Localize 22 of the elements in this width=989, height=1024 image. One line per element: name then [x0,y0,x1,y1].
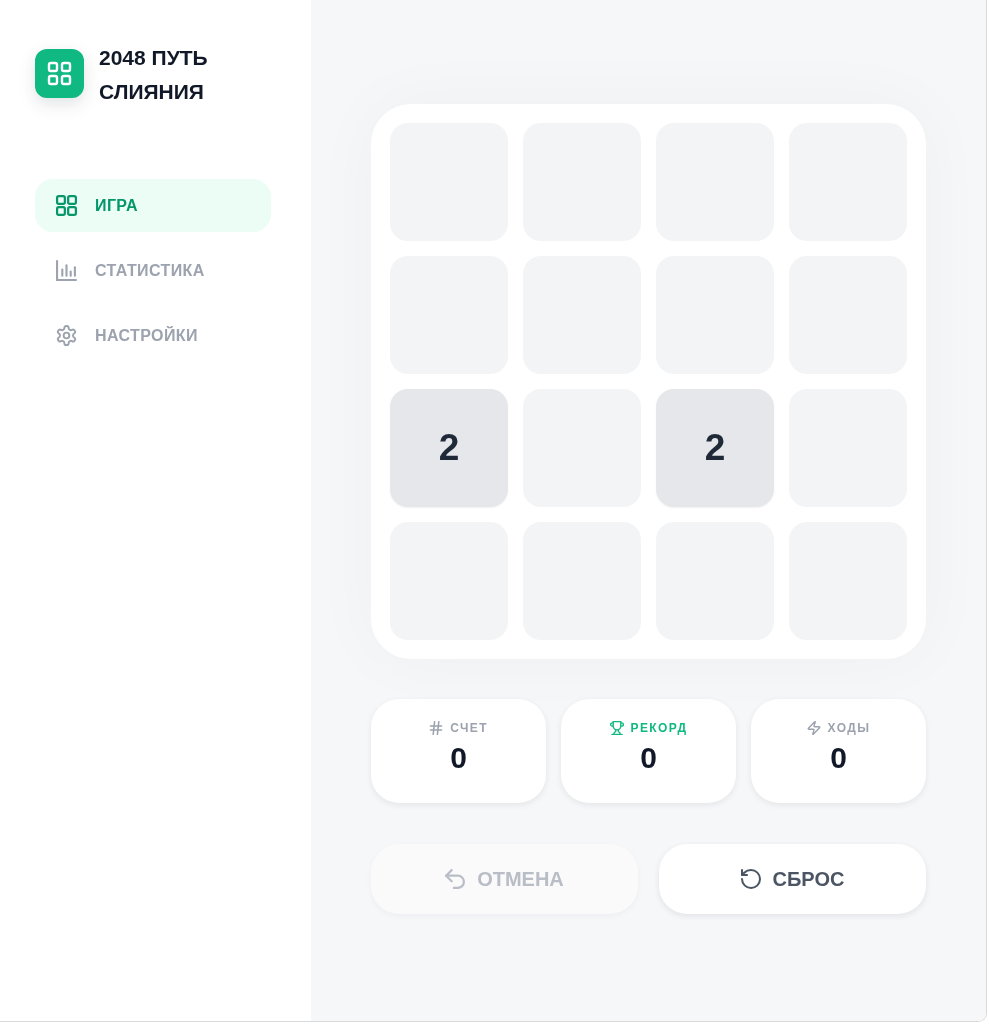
trophy-icon [609,721,624,735]
reset-icon [740,869,761,889]
reset-button[interactable]: СБРОС [659,844,926,914]
tile: 2 [390,389,508,507]
stat-value: 0 [450,740,467,776]
undo-icon [445,869,466,889]
stat-value: 0 [830,740,847,776]
bar-chart-icon [56,260,77,281]
nav-item[interactable]: ИГРА [35,179,271,232]
stat-value: 0 [640,740,657,776]
settings-icon [56,325,77,346]
nav-item[interactable]: СТАТИСТИКА [35,244,271,297]
hash-icon [429,721,444,735]
stat-label: РЕКОРД [630,720,688,736]
stat-label: СЧЕТ [450,720,488,736]
stat-label: ХОДЫ [827,720,871,736]
tile: 2 [656,389,774,507]
nav-item[interactable]: НАСТРОЙКИ [35,309,271,362]
app-title: 2048 ПУТЬ СЛИЯНИЯ [99,45,209,105]
logo-icon [35,49,84,98]
lightning-icon [806,721,821,735]
grid-icon [56,195,77,216]
